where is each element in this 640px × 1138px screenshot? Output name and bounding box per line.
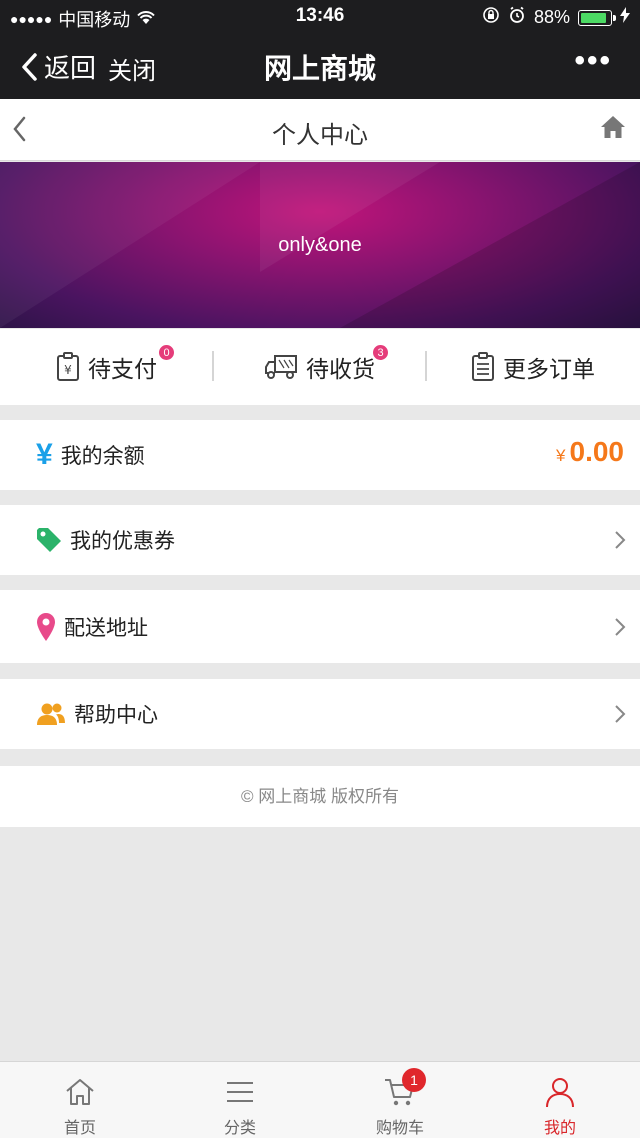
alarm-icon [508, 6, 526, 29]
truck-icon [265, 355, 297, 379]
home-icon [66, 1079, 94, 1105]
payment-clipboard-icon: ¥ [57, 352, 79, 381]
chevron-right-icon [615, 705, 626, 723]
tab-cart[interactable]: 1 购物车 [320, 1062, 480, 1138]
more-orders-label: 更多订单 [503, 356, 595, 382]
help-row[interactable]: 帮助中心 [0, 679, 640, 749]
more-menu-button[interactable]: ••• [574, 44, 612, 78]
status-bar: ●●●●● 中国移动 13:46 88% [0, 0, 640, 32]
tab-cart-label: 购物车 [375, 1120, 424, 1137]
address-label: 配送地址 [64, 616, 148, 640]
list-icon [227, 1082, 253, 1102]
coupons-row[interactable]: 我的优惠券 [0, 505, 640, 575]
more-orders-button[interactable]: 更多订单 [426, 329, 640, 405]
profile-banner: only&one [0, 162, 640, 328]
pending-payment-badge: 0 [158, 344, 175, 361]
tab-mine-label: 我的 [543, 1120, 576, 1137]
chevron-right-icon [615, 617, 626, 636]
wechat-nav: 返回 关闭 网上商城 ••• [0, 34, 640, 99]
order-shortcuts: ¥ 待支付 0 待收货 3 更多订单 [0, 329, 640, 405]
chevron-right-icon [615, 531, 626, 549]
tag-icon [37, 528, 61, 552]
help-label: 帮助中心 [74, 704, 158, 727]
battery-percent: 88% [533, 7, 570, 27]
page-header: 个人中心 [0, 99, 640, 161]
tab-home[interactable]: 首页 [0, 1062, 160, 1138]
pending-payment-button[interactable]: ¥ 待支付 0 [0, 329, 213, 405]
address-row[interactable]: 配送地址 [0, 590, 640, 663]
tab-bar: 首页 分类 1 购物车 我的 [0, 1061, 640, 1138]
wechat-title: 网上商城 [263, 53, 376, 84]
order-list-icon [472, 352, 494, 381]
user-icon [546, 1078, 574, 1108]
cart-badge: 1 [402, 1068, 426, 1092]
tab-categories-label: 分类 [223, 1120, 256, 1137]
location-pin-icon [37, 612, 55, 641]
balance-label: 我的余额 [60, 445, 145, 468]
svg-text:¥: ¥ [64, 363, 72, 377]
users-icon [37, 703, 65, 725]
pending-delivery-label: 待收货 [306, 356, 375, 382]
tab-categories[interactable]: 分类 [160, 1062, 320, 1138]
rotation-lock-icon [482, 6, 500, 29]
copyright-footer: © 网上商城 版权所有 [0, 766, 640, 827]
pending-delivery-badge: 3 [372, 344, 389, 361]
battery-icon [578, 9, 616, 26]
username: only&one [278, 234, 362, 256]
page-title: 个人中心 [272, 122, 368, 149]
yen-icon: ¥ [36, 438, 53, 471]
coupons-label: 我的优惠券 [70, 530, 175, 553]
charging-icon [620, 7, 630, 28]
pending-delivery-button[interactable]: 待收货 3 [213, 329, 426, 405]
home-button[interactable] [600, 115, 626, 144]
home-icon [601, 116, 625, 138]
tab-home-label: 首页 [63, 1120, 96, 1137]
tab-mine[interactable]: 我的 [480, 1062, 640, 1138]
top-bar: ●●●●● 中国移动 13:46 88% 返回 关闭 网上商城 ••• [0, 0, 640, 99]
balance-row[interactable]: ¥ 我的余额 ¥0.00 [0, 420, 640, 490]
balance-amount: ¥0.00 [556, 436, 624, 467]
pending-payment-label: 待支付 [88, 356, 157, 382]
